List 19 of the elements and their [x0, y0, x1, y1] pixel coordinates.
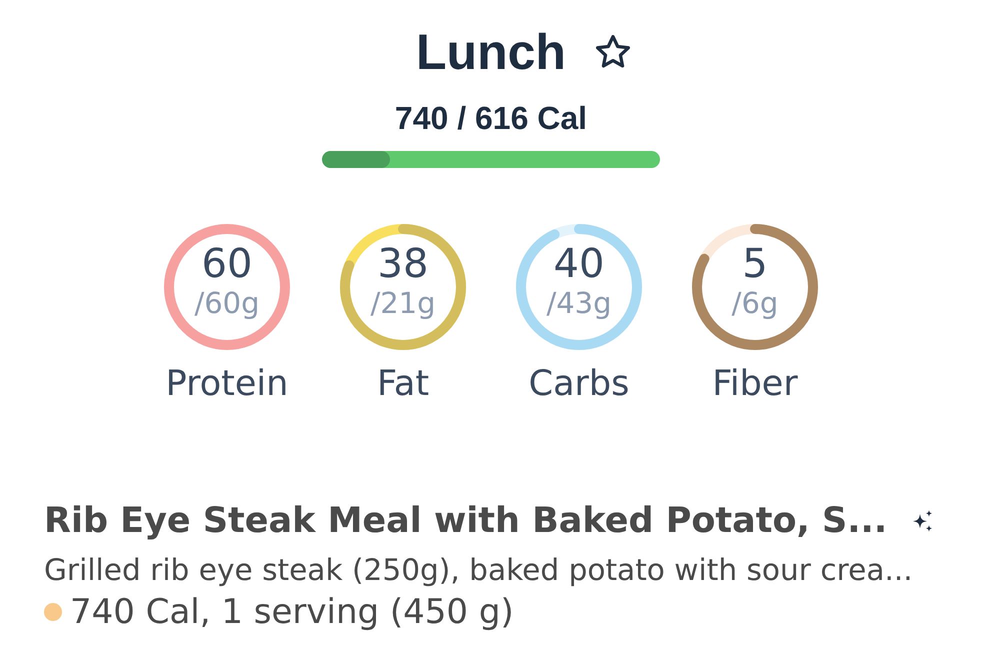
macro-label: Fiber [712, 363, 798, 405]
calorie-summary: 740 / 616 Cal [394, 99, 588, 137]
food-calories: 740 Cal, 1 serving (450 g) [70, 592, 514, 632]
macro-amount: 38 [378, 242, 428, 286]
food-description: Grilled rib eye steak (250g), baked potato with sour crea... [44, 552, 913, 588]
macro-amount: 60 [202, 242, 252, 286]
star-icon[interactable] [596, 35, 630, 69]
sparkle-icon[interactable] [912, 510, 934, 532]
macro-goal: /21g [370, 287, 436, 319]
macro-label: Carbs [528, 363, 630, 405]
macro-goal: /60g [194, 287, 260, 319]
macro-amount: 5 [742, 242, 768, 286]
macro-goal: /6g [732, 287, 778, 319]
macro-goal: /43g [546, 287, 612, 319]
food-name[interactable]: Rib Eye Steak Meal with Baked Potato, S... [44, 500, 888, 542]
meal-title: Lunch [416, 27, 566, 77]
macro-label: Protein [166, 363, 288, 405]
macro-amount: 40 [554, 242, 604, 286]
macro-label: Fat [376, 363, 430, 405]
